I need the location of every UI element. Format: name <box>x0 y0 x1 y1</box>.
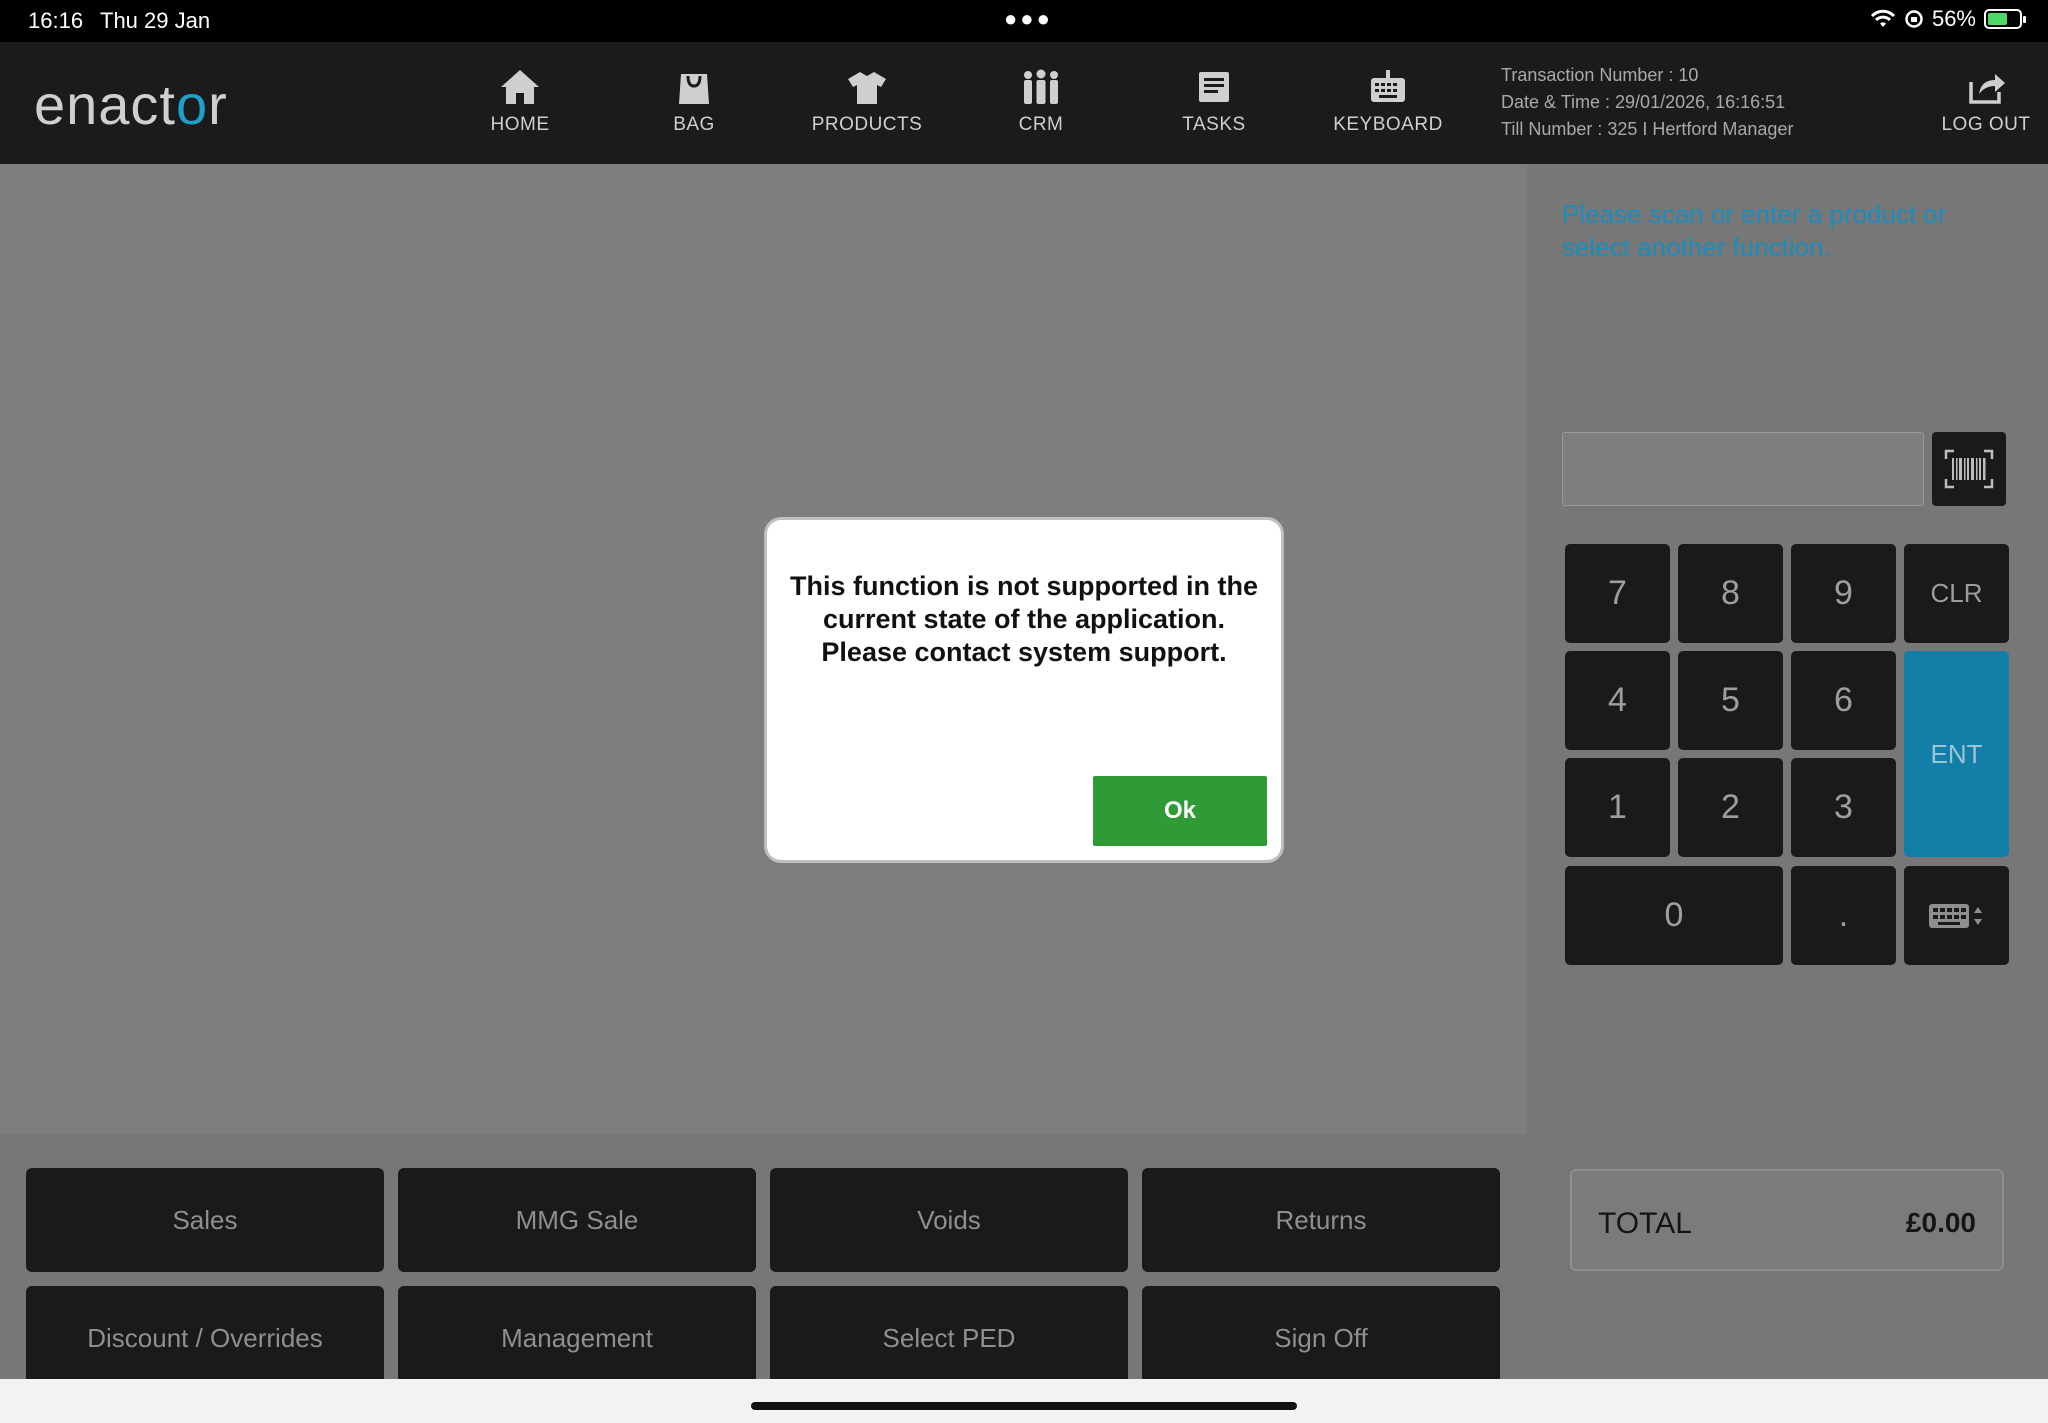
ellipsis-icon[interactable]: ●●● <box>1004 6 1053 32</box>
logout-button[interactable]: LOG OUT <box>1921 68 2048 158</box>
nav-home-button[interactable]: HOME <box>455 68 585 158</box>
transaction-info: Transaction Number : 10 Date & Time : 29… <box>1501 62 1793 143</box>
ios-status-bar: 16:16 Thu 29 Jan ●●● 56% <box>0 0 2048 42</box>
key-6[interactable]: 6 <box>1791 651 1896 750</box>
product-entry-input[interactable] <box>1562 432 1924 506</box>
nav-tasks-label: TASKS <box>1182 114 1246 135</box>
enactor-logo: enactor <box>34 73 228 136</box>
right-panel: Please scan or enter a product or select… <box>1527 164 2048 1379</box>
scan-prompt: Please scan or enter a product or select… <box>1562 199 1947 262</box>
key-clear[interactable]: CLR <box>1904 544 2009 643</box>
nav-home-label: HOME <box>490 114 550 135</box>
home-indicator-area <box>0 1379 2048 1423</box>
keyboard-toggle-icon <box>1928 903 1982 928</box>
key-8[interactable]: 8 <box>1678 544 1783 643</box>
status-date: Thu 29 Jan <box>100 8 211 33</box>
home-icon <box>501 70 539 104</box>
dialog-message-line: Please contact system support. <box>821 637 1227 667</box>
home-indicator[interactable] <box>751 1402 1297 1410</box>
people-icon <box>1024 69 1058 104</box>
date-time: Date & Time : 29/01/2026, 16:16:51 <box>1501 92 1786 112</box>
management-button[interactable]: Management <box>398 1286 756 1390</box>
bag-icon <box>679 74 709 104</box>
orientation-lock-icon <box>1905 10 1923 28</box>
nav-crm-label: CRM <box>1018 114 1064 135</box>
dialog-message-line: This function is not supported in the <box>790 571 1258 601</box>
nav-bag-label: BAG <box>673 114 715 135</box>
error-dialog: This function is not supported in the cu… <box>767 520 1281 860</box>
nav-keyboard-button[interactable]: KEYBOARD <box>1323 68 1453 158</box>
logout-label: LOG OUT <box>1941 114 2031 135</box>
key-3[interactable]: 3 <box>1791 758 1896 857</box>
key-5[interactable]: 5 <box>1678 651 1783 750</box>
status-right-group: 56% <box>1870 6 2026 32</box>
battery-charging-icon <box>1984 9 2026 29</box>
transaction-number: Transaction Number : 10 <box>1501 65 1699 85</box>
barcode-scan-icon <box>1944 449 1994 489</box>
nav-tasks-button[interactable]: TASKS <box>1149 68 1279 158</box>
wifi-icon <box>1870 9 1896 27</box>
total-value: £0.00 <box>1905 1207 1976 1238</box>
keyboard-icon <box>1371 70 1405 102</box>
logout-icon <box>1969 74 2005 104</box>
sales-button[interactable]: Sales <box>26 1168 384 1272</box>
function-button-bar: Sales MMG Sale Voids Returns Discount / … <box>0 1134 1527 1390</box>
tasks-icon <box>1199 72 1229 102</box>
total-label: TOTAL <box>1598 1207 1692 1240</box>
select-ped-button[interactable]: Select PED <box>770 1286 1128 1390</box>
app-header: enactor HOME BAG PRODUCTS CRM TASKS KEYB… <box>0 42 2048 164</box>
key-2[interactable]: 2 <box>1678 758 1783 857</box>
nav-bag-button[interactable]: BAG <box>629 68 759 158</box>
battery-percent: 56% <box>1931 6 1976 31</box>
keypad-toggle-button[interactable] <box>1904 866 2009 965</box>
key-0[interactable]: 0 <box>1565 866 1783 965</box>
nav-crm-button[interactable]: CRM <box>976 68 1106 158</box>
ok-button[interactable]: Ok <box>1093 776 1267 846</box>
barcode-scan-button[interactable] <box>1932 432 2006 506</box>
nav-products-label: PRODUCTS <box>811 114 923 135</box>
key-4[interactable]: 4 <box>1565 651 1670 750</box>
status-time: 16:16 <box>28 8 84 33</box>
mmg-sale-button[interactable]: MMG Sale <box>398 1168 756 1272</box>
till-number: Till Number : 325 I Hertford Manager <box>1501 119 1794 139</box>
returns-button[interactable]: Returns <box>1142 1168 1500 1272</box>
nav-products-button[interactable]: PRODUCTS <box>802 68 932 158</box>
dialog-message-line: current state of the application. <box>822 604 1226 634</box>
voids-button[interactable]: Voids <box>770 1168 1128 1272</box>
key-decimal[interactable]: . <box>1791 866 1896 965</box>
dialog-message: This function is not supported in the cu… <box>777 570 1271 669</box>
nav-keyboard-label: KEYBOARD <box>1333 114 1443 135</box>
key-enter[interactable]: ENT <box>1904 651 2009 857</box>
key-9[interactable]: 9 <box>1791 544 1896 643</box>
sign-off-button[interactable]: Sign Off <box>1142 1286 1500 1390</box>
shirt-icon <box>848 72 886 104</box>
key-1[interactable]: 1 <box>1565 758 1670 857</box>
discount-overrides-button[interactable]: Discount / Overrides <box>26 1286 384 1390</box>
total-box: TOTAL £0.00 <box>1570 1169 2004 1271</box>
key-7[interactable]: 7 <box>1565 544 1670 643</box>
